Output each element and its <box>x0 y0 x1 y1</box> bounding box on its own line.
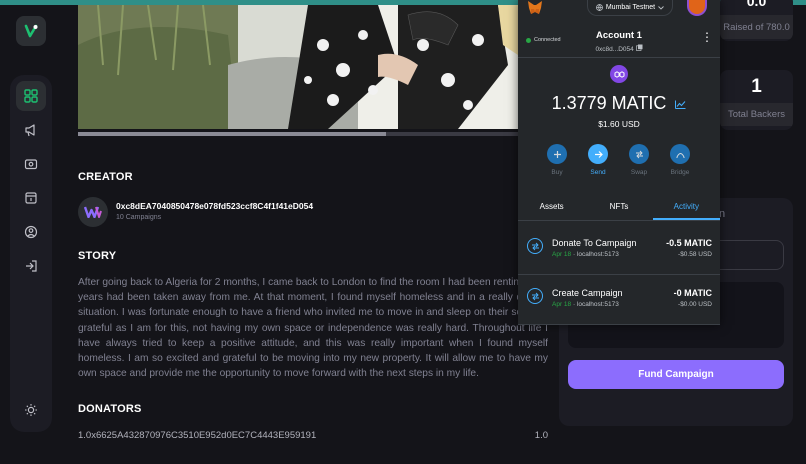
account-address[interactable]: 0xc8d...D054 <box>518 44 720 53</box>
sun-icon <box>25 404 37 416</box>
polygon-logo-icon <box>614 70 624 78</box>
metamask-fox-icon <box>528 1 542 14</box>
megaphone-icon <box>25 124 35 137</box>
transaction-origin: localhost:5173 <box>576 251 619 258</box>
donator-amount: 1.0 <box>534 430 548 441</box>
network-name: Mumbai Testnet <box>605 4 656 11</box>
nav-payment[interactable] <box>16 149 46 179</box>
wallet-icon <box>24 159 38 170</box>
buy-icon <box>547 144 567 164</box>
donator-row: 1.0x6625A432870976C3510E952d0EC7C4443E95… <box>78 430 548 441</box>
account-options-icon[interactable]: ⋮ <box>701 31 713 43</box>
logo-icon <box>24 24 38 38</box>
transaction-interaction-icon <box>527 238 543 254</box>
transaction-usd: -$0.00 USD <box>678 301 712 308</box>
metamask-header: Mumbai Testnet <box>518 0 720 22</box>
copy-icon <box>635 44 643 51</box>
nav-dashboard[interactable] <box>16 81 46 111</box>
transaction-amount: -0.5 MATIC <box>666 238 712 248</box>
stat-raised-label: Raised of 780.0 <box>720 15 793 39</box>
swap-icon <box>629 144 649 164</box>
transaction-row[interactable]: Create Campaign Apr 18 · localhost:5173 … <box>518 276 720 325</box>
nav-withdraw[interactable] <box>16 183 46 213</box>
action-buy[interactable]: Buy <box>542 144 572 176</box>
balance-display: 1.3779 MATIC <box>518 93 720 114</box>
logout-icon <box>26 260 37 272</box>
action-send-label: Send <box>590 169 606 176</box>
transaction-usd: -$0.58 USD <box>678 251 712 258</box>
transaction-origin: localhost:5173 <box>576 301 619 308</box>
send-icon <box>588 144 608 164</box>
campaign-image <box>78 5 518 129</box>
donator-address: 1.0x6625A432870976C3510E952d0EC7C4443E95… <box>78 430 317 441</box>
chart-trend-icon[interactable] <box>675 100 686 109</box>
account-name[interactable]: Account 1 <box>518 30 720 41</box>
dashboard-icon <box>24 89 38 103</box>
funding-progress-fill <box>78 132 386 136</box>
action-swap-label: Swap <box>630 169 648 176</box>
stat-box-backers: 1 Total Backers <box>720 70 793 130</box>
stat-raised-value: 0.0 <box>746 0 767 9</box>
network-selector[interactable]: Mumbai Testnet <box>587 0 673 16</box>
stat-backers-value: 1 <box>751 76 762 97</box>
balance-usd: $1.60 USD <box>598 119 640 129</box>
transaction-interaction-icon <box>527 288 543 304</box>
stat-backers-label: Total Backers <box>720 103 793 126</box>
theme-toggle[interactable] <box>16 395 46 425</box>
transaction-title: Create Campaign <box>552 288 623 298</box>
story-heading: STORY <box>78 250 117 262</box>
balance-amount: 1.3779 MATIC <box>551 93 667 113</box>
story-text: After going back to Algeria for 2 months… <box>78 277 548 380</box>
tab-nfts[interactable]: NFTs <box>585 196 652 220</box>
account-bar: Connected Account 1 0xc8d...D054 ⋮ <box>518 24 720 58</box>
creator-avatar <box>78 197 108 227</box>
creator-address: 0xc8dEA7040850478e078fd523ccf8C4f1f41eD0… <box>116 201 314 211</box>
action-buy-label: Buy <box>551 169 563 176</box>
nav-profile[interactable] <box>16 217 46 247</box>
fund-campaign-button[interactable]: Fund Campaign <box>568 360 784 389</box>
nav-logout[interactable] <box>16 251 46 281</box>
metamask-tabs: Assets NFTs Activity <box>518 196 720 221</box>
sidebar <box>10 75 52 432</box>
matic-token-icon <box>610 65 628 83</box>
stat-box-raised: 0.0 Raised of 780.0 <box>720 0 793 41</box>
chevron-down-icon <box>658 5 664 10</box>
campaign-photo <box>78 5 518 129</box>
creator-logo-icon <box>84 206 102 218</box>
metamask-popup: Mumbai Testnet Connected Account 1 0xc8d… <box>518 0 720 325</box>
nav-campaign[interactable] <box>16 115 46 145</box>
account-avatar[interactable] <box>687 0 707 16</box>
transaction-meta: Apr 18 · localhost:5173 <box>552 251 619 258</box>
app-logo[interactable] <box>16 16 46 46</box>
globe-icon <box>595 4 603 11</box>
bridge-icon <box>670 144 690 164</box>
transaction-title: Donate To Campaign <box>552 238 637 248</box>
action-send[interactable]: Send <box>583 144 613 176</box>
transaction-row[interactable]: Donate To Campaign Apr 18 · localhost:51… <box>518 226 720 275</box>
transaction-amount: -0 MATIC <box>673 288 712 298</box>
creator-campaign-count: 10 Campaigns <box>116 214 162 221</box>
action-swap[interactable]: Swap <box>624 144 654 176</box>
account-address-text: 0xc8d...D054 <box>595 46 634 53</box>
funding-progress-bar <box>78 132 518 136</box>
profile-icon <box>24 225 38 239</box>
tab-activity[interactable]: Activity <box>652 196 720 220</box>
creator-heading: CREATOR <box>78 171 133 183</box>
donators-heading: DONATORS <box>78 403 142 415</box>
withdraw-icon <box>25 192 37 204</box>
transaction-meta: Apr 18 · localhost:5173 <box>552 301 619 308</box>
transaction-date: Apr 18 <box>552 251 572 258</box>
transaction-date: Apr 18 <box>552 301 572 308</box>
action-bridge-label: Bridge <box>670 169 690 176</box>
action-bridge[interactable]: Bridge <box>665 144 695 176</box>
tab-assets[interactable]: Assets <box>518 196 585 220</box>
